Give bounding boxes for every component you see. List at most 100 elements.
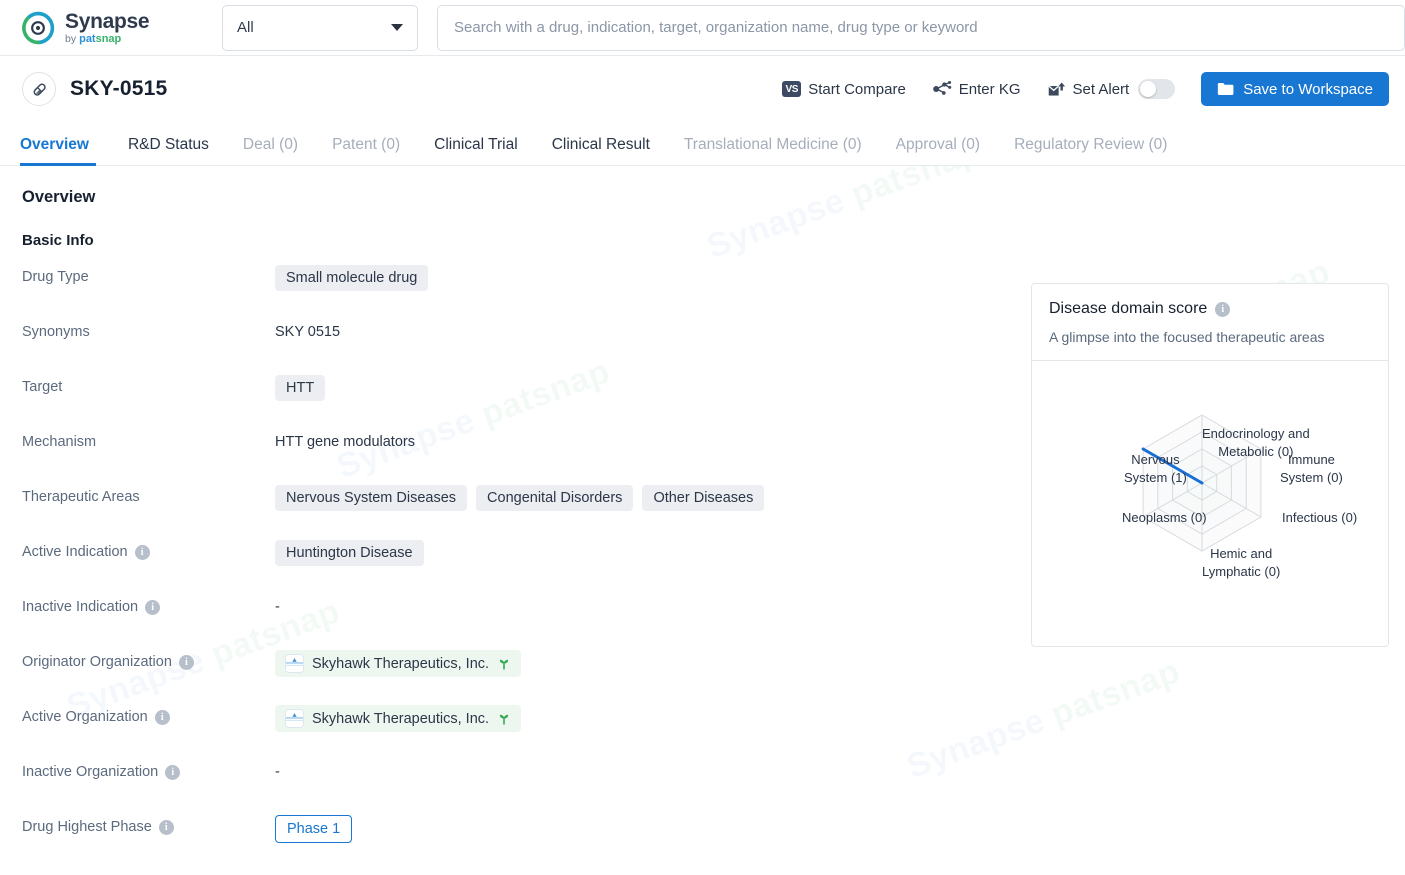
vs-badge-icon: VS	[782, 81, 802, 97]
info-row-label-text: Therapeutic Areas	[22, 489, 140, 505]
top-bar: Synapse by patsnap All	[0, 0, 1405, 56]
save-to-workspace-label: Save to Workspace	[1243, 80, 1373, 98]
overview-heading: Overview	[22, 188, 96, 206]
brand-logo-block[interactable]: Synapse by patsnap	[20, 10, 190, 46]
info-row-value: -	[275, 593, 280, 615]
organization-chip[interactable]: Skyhawk Therapeutics, Inc.	[275, 650, 522, 677]
info-icon[interactable]: i	[178, 654, 194, 670]
chevron-down-icon	[391, 24, 403, 31]
info-row-value: HTT gene modulators	[275, 428, 415, 450]
value-chip[interactable]: Other Diseases	[642, 485, 765, 511]
synapse-logo-icon	[22, 11, 55, 44]
value-empty: -	[275, 599, 280, 615]
info-row: Originator Organization i Skyhawk Therapeu…	[22, 648, 1022, 703]
info-row-value: HTT	[275, 373, 326, 401]
info-row-value: Skyhawk Therapeutics, Inc.	[275, 703, 522, 732]
info-icon[interactable]: i	[145, 599, 161, 615]
info-row: Target HTT	[22, 373, 1022, 428]
organization-chip[interactable]: Skyhawk Therapeutics, Inc.	[275, 705, 522, 732]
organization-name: Skyhawk Therapeutics, Inc.	[312, 710, 490, 727]
brand-snap: snap	[95, 32, 122, 45]
value-chip[interactable]: HTT	[275, 375, 326, 401]
info-icon[interactable]: i	[154, 709, 170, 725]
info-row: Active Organization i Skyhawk Therapeutics…	[22, 703, 1022, 758]
value-chip[interactable]: Nervous System Diseases	[275, 485, 468, 511]
info-row: Active Indication i Huntington Disease	[22, 538, 1022, 593]
info-row: Drug Highest Phase i Phase 1	[22, 813, 1022, 868]
organization-name: Skyhawk Therapeutics, Inc.	[312, 655, 490, 672]
search-scope-value: All	[237, 19, 254, 36]
info-row-label: Inactive Organization i	[22, 758, 275, 780]
tab-overview[interactable]: Overview	[20, 136, 106, 166]
start-compare-button[interactable]: VS Start Compare	[782, 81, 906, 98]
tab-clinical-result[interactable]: Clinical Result	[535, 136, 667, 165]
capsule-pill-icon	[22, 72, 56, 106]
info-row: Mechanism HTT gene modulators	[22, 428, 1022, 483]
enter-kg-label: Enter KG	[958, 80, 1021, 98]
info-row-label-text: Drug Type	[22, 269, 89, 285]
save-to-workspace-button[interactable]: Save to Workspace	[1201, 72, 1389, 106]
value-text: HTT gene modulators	[275, 434, 415, 450]
info-row-label-text: Drug Highest Phase	[22, 819, 152, 835]
page-title: SKY-0515	[70, 77, 168, 100]
value-empty: -	[275, 764, 280, 780]
value-chip[interactable]: Congenital Disorders	[476, 485, 634, 511]
info-row-label: Inactive Indication i	[22, 593, 275, 615]
organization-logo-icon	[285, 654, 304, 673]
info-row: Inactive Organization i -	[22, 758, 1022, 813]
info-row-label: Active Organization i	[22, 703, 275, 725]
info-row-value: Small molecule drug	[275, 263, 429, 291]
info-row-label: Drug Highest Phase i	[22, 813, 275, 835]
tab-translational-medicine-0[interactable]: Translational Medicine (0)	[667, 136, 879, 165]
header-actions: VS Start Compare Enter KG Set Alert Save…	[782, 72, 1389, 106]
info-row-label: Drug Type	[22, 263, 275, 285]
search-box[interactable]	[437, 4, 1405, 51]
info-row-label-text: Active Organization	[22, 709, 148, 725]
enter-kg-button[interactable]: Enter KG	[932, 80, 1021, 98]
info-icon[interactable]: i	[134, 544, 150, 560]
knowledge-graph-icon	[932, 80, 952, 95]
info-row-label-text: Originator Organization	[22, 654, 172, 670]
info-row-label: Mechanism	[22, 428, 275, 450]
set-alert-control[interactable]: Set Alert	[1047, 79, 1176, 99]
info-row: Drug Type Small molecule drug	[22, 263, 1022, 318]
info-row-label: Synonyms	[22, 318, 275, 340]
basic-info-heading: Basic Info	[22, 232, 94, 249]
info-row-value: Nervous System Diseases Congenital Disord…	[275, 483, 765, 511]
info-icon[interactable]: i	[165, 764, 181, 780]
info-row-label: Target	[22, 373, 275, 395]
info-row: Inactive Indication i -	[22, 593, 1022, 648]
tab-patent-0[interactable]: Patent (0)	[315, 136, 417, 165]
value-text: SKY 0515	[275, 324, 341, 340]
set-alert-toggle[interactable]	[1138, 79, 1176, 99]
tab-deal-0[interactable]: Deal (0)	[226, 136, 315, 165]
search-input[interactable]	[454, 19, 1388, 36]
info-row-label-text: Target	[22, 379, 63, 395]
info-row-label-text: Synonyms	[22, 324, 90, 340]
tab-approval-0[interactable]: Approval (0)	[879, 136, 997, 165]
info-icon[interactable]: i	[158, 819, 174, 835]
phase-badge[interactable]: Phase 1	[275, 815, 353, 843]
sprout-icon	[499, 659, 509, 670]
info-row-label-text: Inactive Indication	[22, 599, 139, 615]
info-row-label-text: Active Indication	[22, 544, 128, 560]
info-row-value: -	[275, 758, 280, 780]
info-row-label: Active Indication i	[22, 538, 275, 560]
tab-regulatory-review-0[interactable]: Regulatory Review (0)	[997, 136, 1184, 165]
tab-r-d-status[interactable]: R&D Status	[111, 136, 226, 165]
drug-header: SKY-0515 VS Start Compare Enter KG Set A…	[0, 56, 1405, 122]
info-row-value: Huntington Disease	[275, 538, 424, 566]
folder-icon	[1218, 83, 1234, 95]
toggle-knob	[1140, 81, 1157, 97]
info-row-value: Phase 1	[275, 813, 353, 843]
tab-clinical-trial[interactable]: Clinical Trial	[417, 136, 535, 165]
info-row: Synonyms SKY 0515	[22, 318, 1022, 373]
organization-logo-icon	[285, 709, 304, 728]
value-chip[interactable]: Huntington Disease	[275, 540, 424, 566]
sprout-icon	[499, 714, 509, 725]
main-content: Overview Basic Info Drug Type Small molec…	[0, 166, 1405, 868]
tab-bar: Overview R&D Status Deal (0) Patent (0) Clin…	[0, 122, 1405, 166]
value-chip[interactable]: Small molecule drug	[275, 265, 429, 291]
set-alert-label: Set Alert	[1072, 80, 1130, 98]
search-scope-select[interactable]: All	[222, 4, 418, 51]
